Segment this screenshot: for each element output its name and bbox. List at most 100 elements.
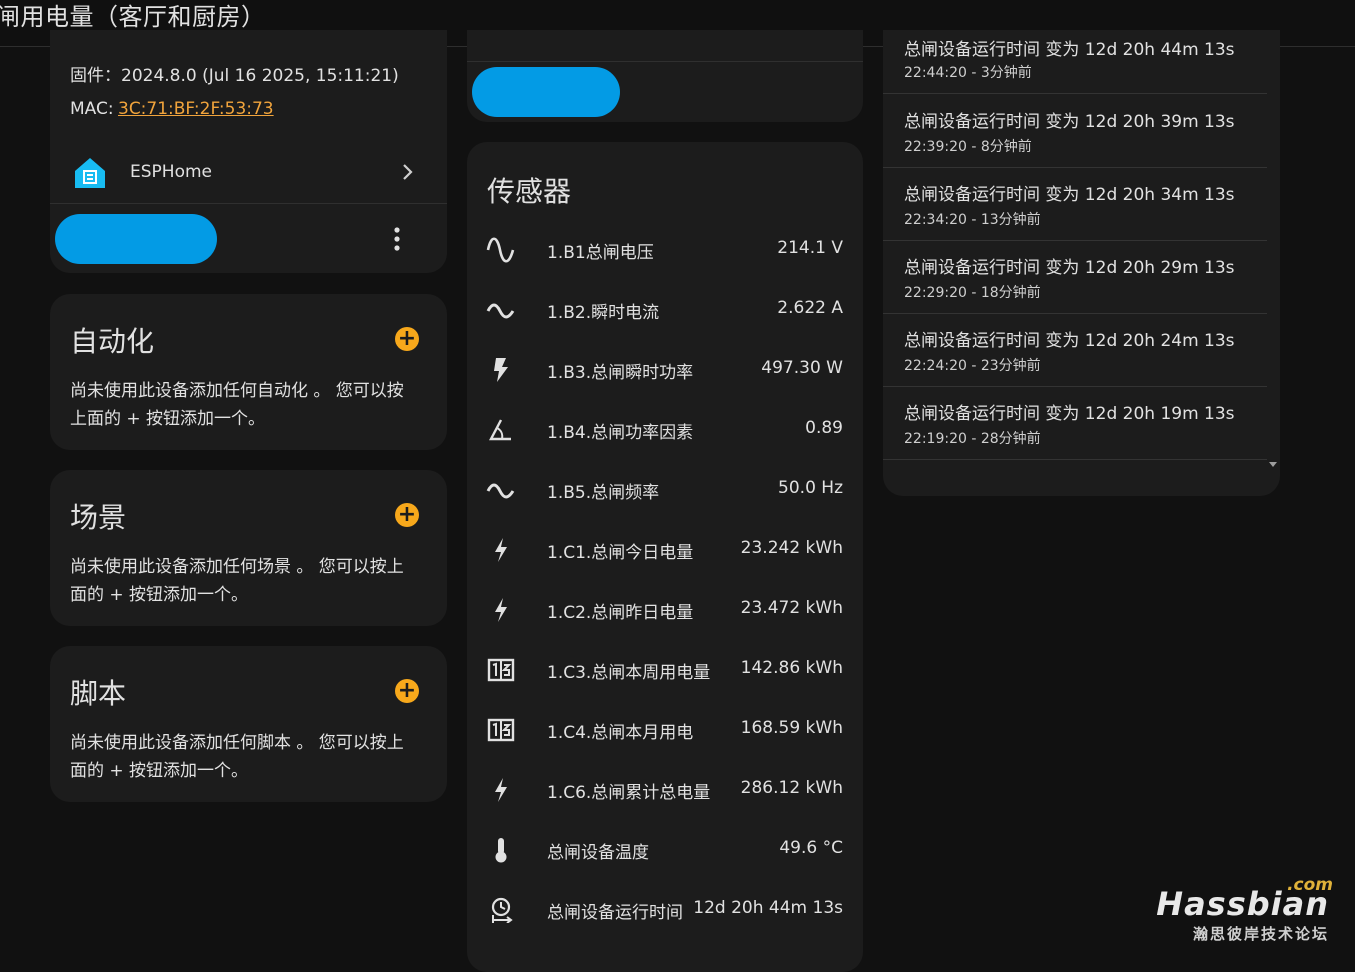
sensor-row[interactable]: 1.B4.总闸功率因素 0.89	[467, 400, 863, 460]
automation-description-line2: 上面的 + 按钮添加一个。	[70, 409, 266, 429]
sensors-title: 传感器	[487, 175, 572, 208]
sensor-name: 1.B2.瞬时电流	[547, 303, 660, 323]
logbook-entry-message: 总闸设备运行时间 变为 12d 20h 34m 13s	[904, 185, 1235, 205]
sensor-name: 1.C2.总闸昨日电量	[547, 603, 694, 623]
sensor-value: 23.242 kWh	[740, 538, 843, 558]
logbook-entry-time: 22:39:20 - 8分钟前	[904, 139, 1032, 155]
controls-action-button[interactable]	[472, 67, 620, 117]
logbook-card: 总闸设备运行时间 变为 12d 20h 44m 13s 22:44:20 - 3…	[883, 30, 1280, 496]
esphome-row[interactable]: ESPHome	[50, 142, 447, 202]
sensor-row[interactable]: 1.C3.总闸本周用电量 142.86 kWh	[467, 640, 863, 700]
lightning-icon	[495, 598, 507, 622]
lightning-icon	[495, 778, 507, 802]
logbook-entry-time: 22:19:20 - 28分钟前	[904, 431, 1041, 447]
sensor-value: 23.472 kWh	[740, 598, 843, 618]
sensor-value: 168.59 kWh	[740, 718, 843, 738]
logbook-entry-message: 总闸设备运行时间 变为 12d 20h 19m 13s	[904, 404, 1235, 424]
page-title: 闸用电量（客厅和厨房）	[0, 3, 266, 31]
sensor-row[interactable]: 1.C2.总闸昨日电量 23.472 kWh	[467, 580, 863, 640]
sensor-value: 50.0 Hz	[778, 478, 843, 498]
card-divider	[467, 61, 863, 62]
sensor-row[interactable]: 1.C1.总闸今日电量 23.242 kWh	[467, 520, 863, 580]
angle-icon	[489, 419, 511, 441]
sensor-name: 1.B3.总闸瞬时功率	[547, 363, 694, 383]
timer-icon	[491, 897, 513, 923]
sensor-name: 1.C3.总闸本周用电量	[547, 663, 711, 683]
sensor-row[interactable]: 总闸设备温度 49.6 °C	[467, 820, 863, 880]
esphome-logo-icon	[75, 158, 105, 188]
esphome-label: ESPHome	[130, 162, 212, 182]
scene-description-line2: 面的 + 按钮添加一个。	[70, 585, 249, 605]
logbook-entry-message: 总闸设备运行时间 变为 12d 20h 39m 13s	[904, 112, 1235, 132]
flash-icon	[494, 358, 508, 382]
sensor-row[interactable]: 1.C6.总闸累计总电量 286.12 kWh	[467, 760, 863, 820]
thermometer-icon	[495, 838, 507, 863]
sensor-row[interactable]: 1.B1总闸电压 214.1 V	[467, 220, 863, 280]
logbook-entry[interactable]: 总闸设备运行时间 变为 12d 20h 24m 13s 22:24:20 - 2…	[883, 313, 1267, 387]
mac-address-link[interactable]: 3C:71:BF:2F:53:73	[118, 99, 274, 119]
sensor-value: 214.1 V	[777, 238, 843, 258]
current-ac-icon	[486, 303, 515, 319]
card-divider	[50, 203, 447, 204]
scroll-down-arrow-icon[interactable]	[1269, 462, 1277, 468]
add-scene-button[interactable]: +	[395, 503, 419, 527]
meter-icon	[487, 718, 515, 742]
logbook-entry[interactable]: 总闸设备运行时间 变为 12d 20h 29m 13s 22:29:20 - 1…	[883, 240, 1267, 314]
add-script-button[interactable]: +	[395, 679, 419, 703]
sensor-row[interactable]: 1.C4.总闸本月用电 168.59 kWh	[467, 700, 863, 760]
logbook-entry[interactable]: 总闸设备运行时间 变为 12d 20h 39m 13s 22:39:20 - 8…	[883, 94, 1267, 168]
script-description-line2: 面的 + 按钮添加一个。	[70, 761, 249, 781]
scene-title: 场景	[70, 501, 127, 534]
logbook-entry[interactable]: 总闸设备运行时间 变为 12d 20h 19m 13s 22:19:20 - 2…	[883, 386, 1267, 460]
automation-description-line1: 尚未使用此设备添加任何自动化 。 您可以按	[70, 381, 404, 401]
sensor-name: 1.C4.总闸本月用电	[547, 723, 694, 743]
logbook-entry[interactable]: 总闸设备运行时间 变为 12d 20h 34m 13s 22:34:20 - 1…	[883, 167, 1267, 241]
sine-wave-icon	[486, 237, 515, 263]
scene-card: 场景 + 尚未使用此设备添加任何场景 。 您可以按上 面的 + 按钮添加一个。	[50, 470, 447, 626]
sensor-value: 142.86 kWh	[740, 658, 843, 678]
automation-title: 自动化	[70, 325, 155, 358]
sensor-row[interactable]: 总闸设备运行时间 12d 20h 44m 13s	[467, 880, 863, 940]
logbook-entry-time: 22:29:20 - 18分钟前	[904, 285, 1041, 301]
sensor-name: 总闸设备运行时间	[547, 903, 683, 923]
sensor-name: 1.C1.总闸今日电量	[547, 543, 694, 563]
sensor-name: 1.B4.总闸功率因素	[547, 423, 694, 443]
sensor-row[interactable]: 1.B5.总闸频率 50.0 Hz	[467, 460, 863, 520]
logbook-entry[interactable]: 22:44:20 - 3分钟前	[883, 30, 1267, 94]
logbook-entry-message: 总闸设备运行时间 变为 12d 20h 24m 13s	[904, 331, 1235, 351]
sensor-value: 49.6 °C	[779, 838, 843, 858]
sensor-row[interactable]: 1.B3.总闸瞬时功率 497.30 W	[467, 340, 863, 400]
sensor-value: 286.12 kWh	[740, 778, 843, 798]
current-ac-icon	[486, 483, 515, 499]
logbook-entry-message: 总闸设备运行时间 变为 12d 20h 29m 13s	[904, 258, 1235, 278]
watermark-tld: .com	[1287, 875, 1333, 895]
sensor-name: 总闸设备温度	[547, 843, 649, 863]
sensor-value: 12d 20h 44m 13s	[693, 898, 843, 918]
script-description-line1: 尚未使用此设备添加任何脚本 。 您可以按上	[70, 733, 404, 753]
scene-description-line1: 尚未使用此设备添加任何场景 。 您可以按上	[70, 557, 404, 577]
mac-label: MAC:	[70, 99, 114, 119]
add-automation-button[interactable]: +	[395, 327, 419, 351]
script-title: 脚本	[70, 677, 127, 710]
watermark-subtitle: 瀚思彼岸技术论坛	[1192, 925, 1329, 943]
sensor-value: 2.622 A	[777, 298, 843, 318]
sensors-card: 传感器 1.B1总闸电压 214.1 V 1.B2.瞬时电流 2.622 A 1…	[467, 142, 863, 972]
automation-card: 自动化 + 尚未使用此设备添加任何自动化 。 您可以按 上面的 + 按钮添加一个…	[50, 294, 447, 450]
controls-card	[467, 30, 863, 122]
sensor-value: 0.89	[805, 418, 843, 438]
primary-action-button[interactable]	[55, 214, 217, 264]
lightning-icon	[495, 538, 507, 562]
meter-icon	[487, 658, 515, 682]
site-watermark: Hassbian .com 瀚思彼岸技术论坛	[1156, 875, 1333, 944]
device-info-card: 固件：2024.8.0 (Jul 16 2025, 15:11:21) MAC:…	[50, 30, 447, 273]
script-card: 脚本 + 尚未使用此设备添加任何脚本 。 您可以按上 面的 + 按钮添加一个。	[50, 646, 447, 802]
chevron-right-icon	[403, 164, 413, 180]
sensor-value: 497.30 W	[761, 358, 843, 378]
sensor-name: 1.B1总闸电压	[547, 243, 654, 263]
firmware-text: 固件：2024.8.0 (Jul 16 2025, 15:11:21)	[70, 66, 399, 86]
sensor-row[interactable]: 1.B2.瞬时电流 2.622 A	[467, 280, 863, 340]
sensor-name: 1.B5.总闸频率	[547, 483, 660, 503]
more-vertical-icon[interactable]	[393, 227, 401, 251]
logbook-entry-time: 22:44:20 - 3分钟前	[904, 65, 1032, 81]
logbook-entry-time: 22:24:20 - 23分钟前	[904, 358, 1041, 374]
